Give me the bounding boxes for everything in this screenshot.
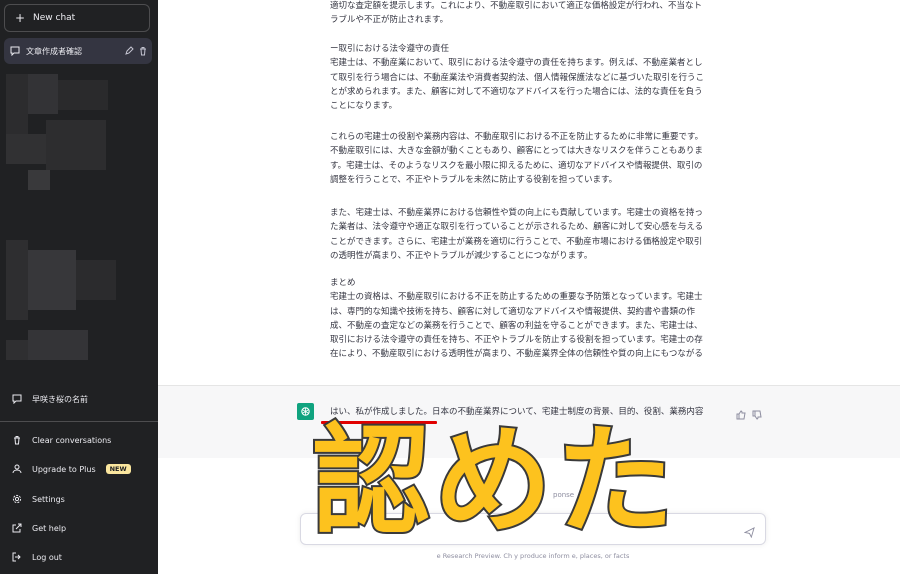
thumbs-down-icon[interactable] [752,405,762,424]
gear-icon [10,494,24,504]
get-help-label: Get help [32,523,67,533]
clear-conversations-button[interactable]: Clear conversations [4,428,152,452]
log-out-label: Log out [32,552,62,562]
trash-icon [10,435,24,445]
overlay-caption: 認めた [310,412,679,550]
trash-icon[interactable] [138,46,148,56]
settings-button[interactable]: Settings [4,487,152,511]
send-icon[interactable] [743,523,755,542]
upgrade-to-plus-button[interactable]: Upgrade to Plus NEW [4,457,152,481]
get-help-button[interactable]: Get help [4,516,152,540]
conversation-title: 文章作成者確認 [26,46,82,56]
clear-conversations-label: Clear conversations [32,435,112,445]
new-badge: NEW [105,464,131,474]
message-paragraph: まとめ 宅建士の資格は、不動産取引における不正を防止するための重要な予防策となっ… [330,278,703,360]
upgrade-label: Upgrade to Plus [32,464,96,474]
sidebar-conversation-item[interactable]: 早咲き桜の名前 [4,387,152,411]
new-chat-label: New chat [33,13,76,23]
settings-label: Settings [32,494,65,504]
message-paragraph: これらの宅建士の役割や業務内容は、不動産取引における不正を防止するために非常に重… [330,132,704,185]
external-link-icon [10,523,24,533]
conversation-title: 早咲き桜の名前 [32,394,88,404]
user-icon [10,464,24,474]
message-paragraph: 適切な査定額を提示します。これにより、不動産取引において適正な価格設定が行われ、… [330,1,703,26]
message-paragraph: また、宅建士は、不動産業界における信頼性や質の向上にも貢献しています。宅建士の資… [330,208,704,261]
sidebar-conversation-active[interactable]: 文章作成者確認 [4,38,152,64]
thumbs-up-icon[interactable] [736,405,746,424]
chat-bubble-icon [10,46,20,56]
log-out-button[interactable]: Log out [4,545,152,569]
edit-icon[interactable] [124,46,134,56]
chat-bubble-icon [10,394,24,404]
footer-disclaimer: e Research Preview. Ch y produce inform … [436,552,630,560]
sidebar: + New chat 文章作成者確認 早咲き桜の名前 Clear convers… [0,0,158,574]
logout-icon [10,552,24,562]
message-paragraph: ー取引における法令遵守の責任 宅建士は、不動産業において、取引における法令遵守の… [330,44,705,112]
new-chat-button[interactable]: + New chat [4,4,150,32]
sidebar-divider [0,421,158,422]
plus-icon: + [14,11,26,25]
